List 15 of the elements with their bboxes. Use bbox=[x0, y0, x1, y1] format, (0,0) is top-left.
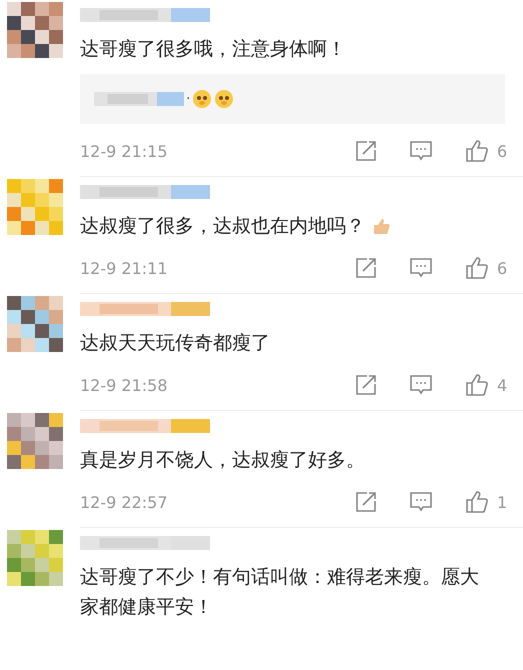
comment-text: 达哥瘦了很多哦，注意身体啊！ bbox=[80, 37, 346, 62]
reply-text: · bbox=[186, 91, 190, 107]
comment-text: 达叔天天玩传奇都瘦了 bbox=[80, 331, 270, 356]
comment-time: 12-9 22:57 bbox=[80, 492, 169, 512]
comment-text: 真是岁月不饶人，达叔瘦了好多。 bbox=[80, 448, 365, 473]
comment-text: 达叔瘦了很多，达叔也在内地吗？ bbox=[80, 214, 365, 239]
comment-time: 12-9 21:15 bbox=[80, 142, 169, 160]
like-count: 4 bbox=[497, 376, 508, 394]
like-count: 6 bbox=[497, 258, 508, 278]
reply-box[interactable]: · bbox=[80, 74, 505, 124]
comment-text: 达哥瘦了不少！有句话叫做：难得老来瘦。愿大家都健康平安！ bbox=[80, 565, 480, 620]
comment-time: 12-9 21:58 bbox=[80, 376, 169, 394]
like-count: 1 bbox=[497, 492, 508, 512]
comment-time: 12-9 21:11 bbox=[80, 258, 169, 278]
like-count: 6 bbox=[497, 142, 508, 160]
